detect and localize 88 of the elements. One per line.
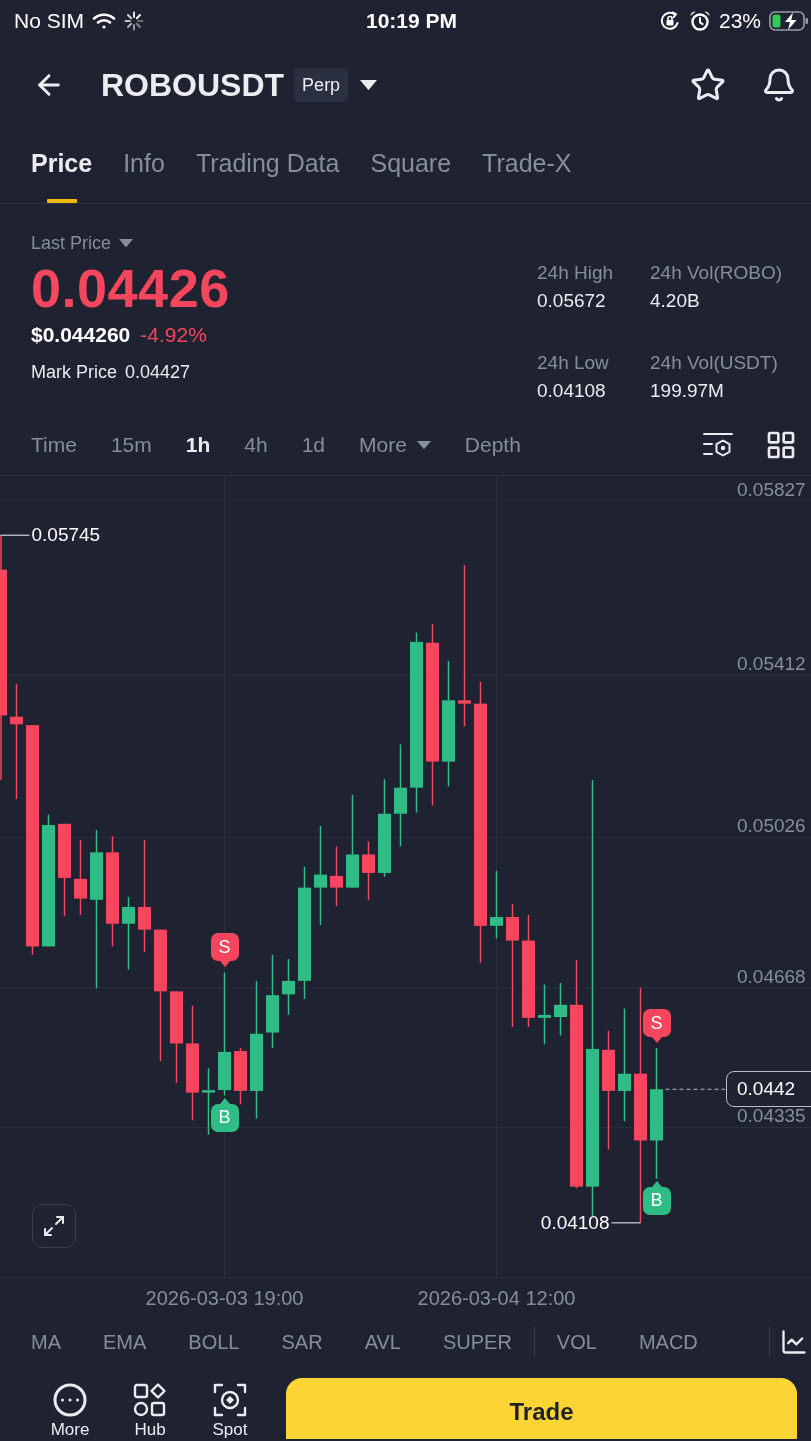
leader-line (610, 1222, 642, 1224)
stat-value: 0.05672 (537, 290, 607, 312)
favorite-button[interactable] (690, 67, 726, 103)
symbol-title: ROBOUSDT (101, 66, 285, 104)
time-axis-label: 2026-03-04 12:00 (417, 1286, 576, 1311)
indicator-tab[interactable]: AVL (364, 1330, 401, 1354)
tab[interactable]: Info (123, 128, 165, 203)
loading-spinner-icon (124, 11, 144, 31)
interval-tab[interactable]: 1d (301, 432, 325, 458)
leader-line (0, 534, 31, 536)
hub-icon (132, 1382, 168, 1418)
alarm-icon (688, 10, 711, 32)
interval-tab[interactable]: Time (31, 432, 77, 458)
indicator-tab[interactable]: BOLL (188, 1330, 240, 1354)
stat-value: 0.04108 (537, 380, 607, 402)
candlestick (202, 1067, 215, 1136)
chart-settings-icon (703, 432, 733, 458)
interval-dropdown[interactable]: More (359, 432, 431, 458)
candlestick (362, 840, 375, 901)
time-axis-label: 2026-03-03 19:00 (145, 1286, 304, 1311)
stat-label: 24h Vol(ROBO) (650, 262, 783, 284)
indicator-tab[interactable]: EMA (103, 1330, 147, 1354)
symbol-dropdown-button[interactable] (360, 79, 378, 91)
indicator-tab[interactable]: VOL (556, 1330, 597, 1354)
indicator-tab[interactable]: MACD (638, 1330, 698, 1354)
price-axis-label: 0.05827 (737, 479, 806, 500)
battery-icon (769, 11, 809, 31)
wifi-icon (92, 12, 116, 30)
candlestick (234, 1047, 247, 1106)
line-chart-icon (780, 1328, 808, 1356)
more-icon (52, 1382, 88, 1418)
candlestick (554, 982, 567, 1037)
price-line (664, 1088, 726, 1090)
last-price-value: 0.04426 (31, 260, 230, 316)
battery-percentage: 23% (718, 9, 761, 33)
mark-price-label: Mark Price (31, 361, 117, 383)
price-axis-label: 0.05412 (737, 654, 806, 675)
interval-tab[interactable]: Depth (464, 432, 521, 458)
star-icon (690, 67, 726, 103)
candlestick (330, 845, 343, 907)
grid-icon (765, 429, 797, 461)
usd-price: $0.044260 (31, 322, 131, 348)
stat-label: 24h Low (537, 352, 610, 374)
high-price-label: 0.05745 (31, 523, 101, 548)
caret-icon (416, 440, 431, 450)
indicator-tab[interactable]: SUPER (442, 1330, 512, 1354)
alert-button[interactable] (761, 67, 797, 103)
rotation-lock-icon (658, 10, 681, 32)
contract-badge: Perp (294, 68, 349, 102)
trade-button[interactable]: Trade (286, 1378, 797, 1439)
stat-value: 4.20B (650, 290, 701, 312)
tab[interactable]: Trade-X (482, 128, 572, 203)
indicator-tab[interactable]: MA (31, 1330, 61, 1354)
interval-tab[interactable]: 15m (110, 432, 152, 458)
last-price-selector[interactable]: Last Price (31, 232, 134, 254)
interval-tab[interactable]: 4h (244, 432, 268, 458)
caret-icon (119, 238, 134, 248)
candlestick (490, 870, 503, 940)
chart-settings-button[interactable] (703, 432, 733, 458)
price-axis-label: 0.04335 (737, 1106, 806, 1127)
chart-type-button[interactable] (780, 1328, 808, 1356)
nav-button[interactable]: Hub (120, 1366, 180, 1439)
low-price-label: 0.04108 (540, 1210, 610, 1235)
price-axis-label: 0.04668 (737, 966, 806, 987)
interval-tab[interactable]: 1h (185, 432, 211, 458)
stat-label: 24h High (537, 262, 615, 284)
indicator-tab[interactable]: SAR (281, 1330, 323, 1354)
mark-price-value: 0.04427 (125, 361, 191, 383)
carrier-name: No SIM (14, 9, 84, 33)
scan-icon (212, 1382, 248, 1418)
expand-icon (42, 1214, 66, 1238)
price-axis-label: 0.05026 (737, 816, 806, 837)
nav-button[interactable]: More (40, 1366, 100, 1439)
expand-button[interactable] (32, 1204, 76, 1248)
caret-icon (360, 79, 378, 91)
current-price-tag: 0.0442 (726, 1071, 811, 1108)
bell-icon (761, 67, 797, 103)
nav-button[interactable]: Spot (200, 1366, 260, 1439)
layout-button[interactable] (765, 429, 797, 461)
price-change: -4.92% (140, 322, 207, 348)
candlestick (538, 983, 551, 1046)
clock-time: 10:19 PM (365, 9, 457, 33)
tab[interactable]: Trading Data (195, 128, 340, 203)
tab[interactable]: Square (370, 128, 452, 203)
stat-value: 199.97M (650, 380, 725, 402)
stat-label: 24h Vol(USDT) (650, 352, 779, 374)
candlestick (282, 958, 295, 1016)
tab[interactable]: Price (31, 128, 93, 203)
